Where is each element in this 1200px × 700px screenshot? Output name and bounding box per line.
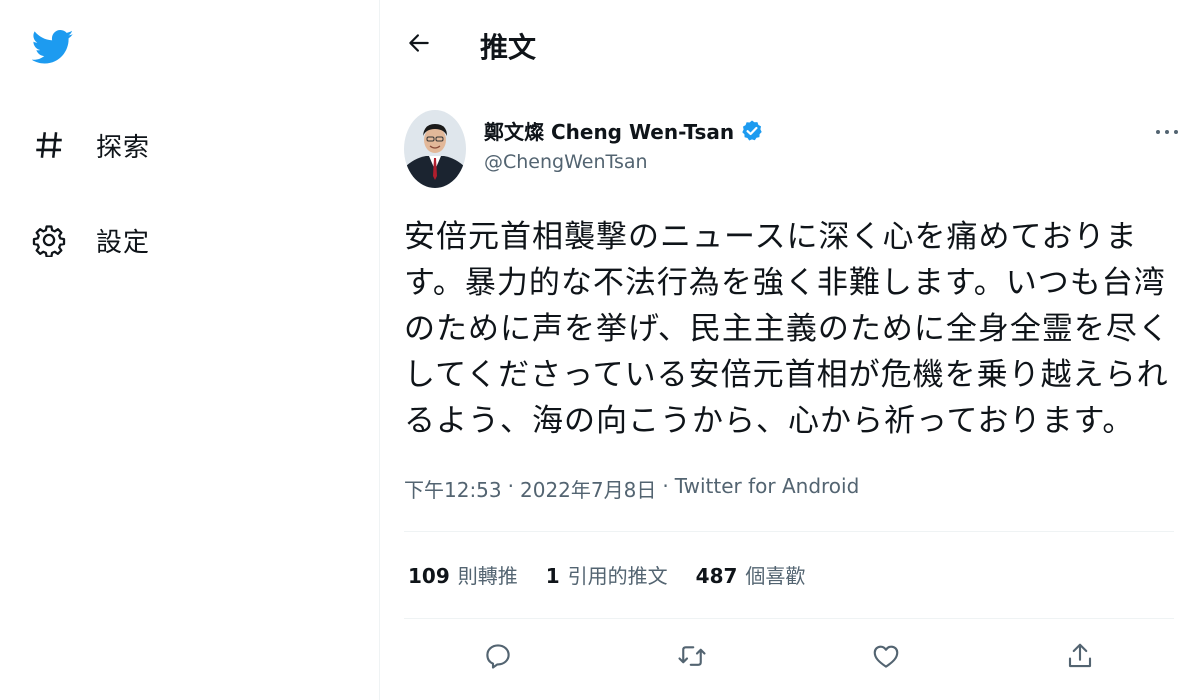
sidebar-item-label: 設定 [96,227,151,258]
stat-label: 則轉推 [457,564,518,588]
tweet-date[interactable]: 2022年7月8日 [520,474,656,503]
verified-badge-icon [740,119,764,143]
share-icon [1065,641,1095,675]
author-handle[interactable]: @ChengWenTsan [484,151,648,173]
author-name[interactable]: 鄭文燦 Cheng Wen-Tsan [484,116,734,145]
sidebar-item-explore[interactable]: 探索 [32,120,150,170]
gear-icon [32,223,66,257]
divider [404,531,1174,532]
more-button[interactable] [1150,118,1184,142]
stat-count: 1 [545,564,560,588]
more-horizontal-icon [1155,121,1179,140]
like-button[interactable] [864,636,908,680]
meta-separator: · [662,474,669,498]
retweet-icon [677,641,707,675]
sidebar-item-settings[interactable]: 設定 [32,215,150,265]
stat-count: 487 [695,564,738,588]
heart-icon [871,641,901,675]
share-button[interactable] [1058,636,1102,680]
retweet-count[interactable]: 109 則轉推 [408,560,518,589]
twitter-bird-icon[interactable] [31,26,74,68]
page-title: 推文 [480,31,537,64]
reply-icon [483,641,513,675]
stat-label: 個喜歡 [745,564,806,588]
arrow-left-icon [406,30,432,60]
tweet-meta: 下午12:53 · 2022年7月8日 · Twitter for Androi… [404,474,859,503]
hashtag-icon [32,128,66,162]
tweet-time[interactable]: 下午12:53 [404,474,502,503]
stat-label: 引用的推文 [567,564,668,588]
tweet-source[interactable]: Twitter for Android [675,474,860,503]
stat-count: 109 [408,564,450,588]
tweet-stats: 109 則轉推 1 引用的推文 487 個喜歡 [408,560,833,589]
sidebar: 探索 設定 [0,0,380,700]
avatar[interactable] [404,110,466,188]
back-button[interactable] [402,28,436,62]
tweet-actions [404,636,1174,680]
like-count[interactable]: 487 個喜歡 [696,560,806,589]
quote-count[interactable]: 1 引用的推文 [546,560,668,589]
main-column: 推文 鄭文燦 Cheng Wen-Tsan @ChengWenTsan 安倍元首… [380,0,1200,700]
meta-separator: · [507,474,514,498]
sidebar-item-label: 探索 [96,132,151,163]
author-name-row[interactable]: 鄭文燦 Cheng Wen-Tsan [484,116,764,145]
reply-button[interactable] [476,636,520,680]
tweet-text: 安倍元首相襲撃のニュースに深く心を痛めております。暴力的な不法行為を強く非難しま… [404,219,1170,439]
divider [404,618,1174,619]
page-header: 推文 [380,0,1200,90]
retweet-button[interactable] [670,636,714,680]
